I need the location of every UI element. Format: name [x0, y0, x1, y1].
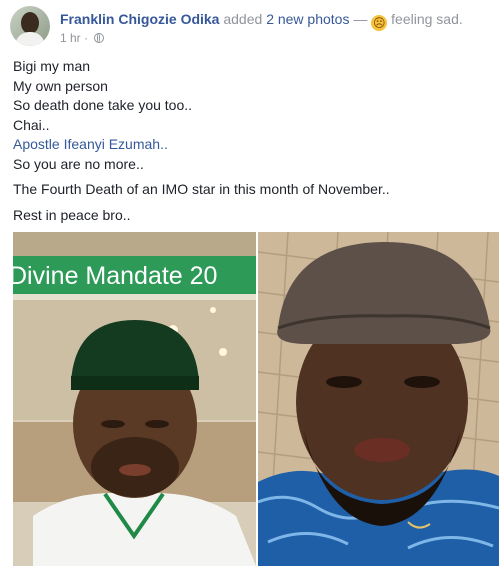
- post-body: Bigi my man My own person So death done …: [13, 57, 390, 225]
- meta-dot: ·: [84, 31, 89, 45]
- post-meta: 1 hr ·: [60, 30, 105, 46]
- photo-right[interactable]: [258, 232, 499, 566]
- body-line: So death done take you too..: [13, 97, 193, 113]
- globe-icon[interactable]: [94, 33, 105, 43]
- photo-left-image: Divine Mandate 20: [13, 232, 256, 566]
- post-timestamp-link[interactable]: 1 hr: [60, 31, 81, 45]
- body-line: Chai..: [13, 116, 50, 133]
- avatar-face: [21, 12, 39, 34]
- photo-right-image: [258, 232, 499, 566]
- body-line: Rest in peace bro..: [13, 206, 131, 223]
- post-header: Franklin Chigozie Odika added 2 new phot…: [10, 6, 495, 48]
- avatar-body: [15, 32, 45, 46]
- body-line: The Fourth Death of an IMO star in this …: [13, 181, 390, 197]
- body-line: Bigi my man: [13, 58, 91, 74]
- feeling-text: feeling sad.: [391, 11, 463, 27]
- separator-dash: —: [353, 11, 368, 27]
- author-name-link[interactable]: Franklin Chigozie Odika: [60, 11, 219, 27]
- sad-face-emoji-icon: ☹: [371, 15, 388, 31]
- author-avatar[interactable]: [10, 6, 50, 46]
- photos-link[interactable]: 2 new photos: [266, 11, 349, 27]
- banner-text: Divine Mandate 20: [13, 262, 217, 290]
- mention-link[interactable]: Apostle Ifeanyi Ezumah..: [13, 135, 390, 155]
- photo-left[interactable]: Divine Mandate 20: [13, 232, 256, 566]
- body-line: So you are no more..: [13, 155, 144, 172]
- post-action-text: added: [223, 11, 263, 27]
- post-title-line: Franklin Chigozie Odika added 2 new phot…: [60, 10, 463, 31]
- body-line: My own person: [13, 77, 108, 94]
